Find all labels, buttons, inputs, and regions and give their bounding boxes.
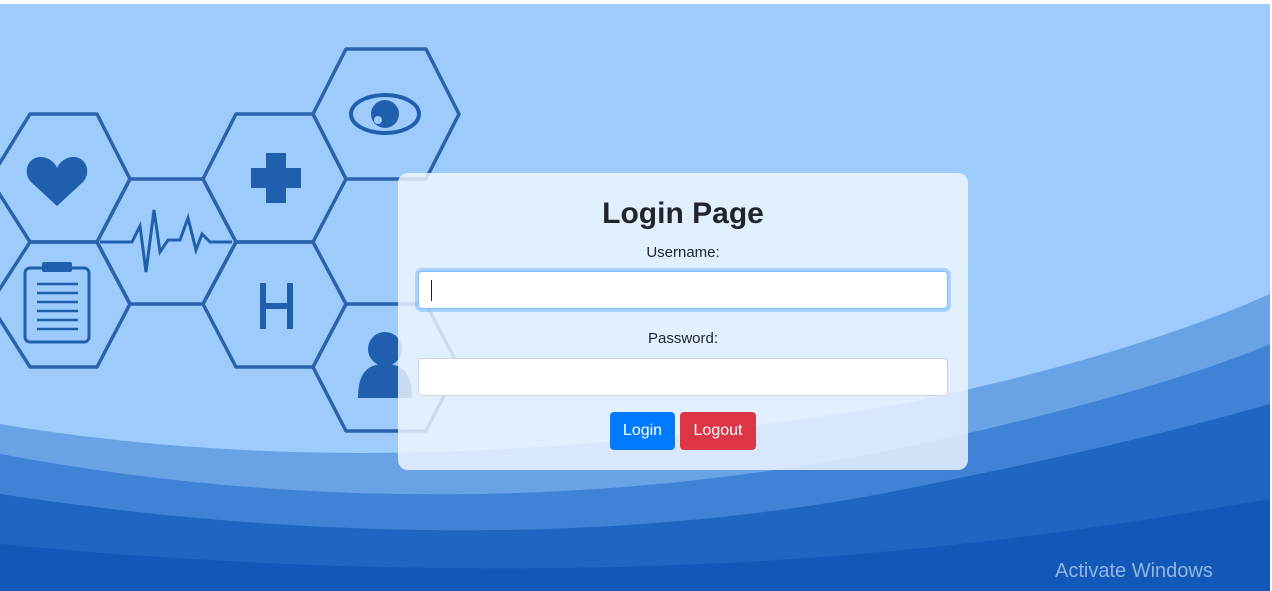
page-title: Login Page (602, 197, 764, 230)
password-input[interactable] (418, 358, 948, 396)
login-button[interactable]: Login (610, 412, 675, 450)
login-card: Login Page Username: Password: Login Log… (398, 173, 968, 470)
username-label: Username: (646, 244, 720, 261)
username-input[interactable] (418, 271, 948, 309)
text-caret (431, 280, 432, 301)
password-label: Password: (647, 330, 719, 347)
logout-button[interactable]: Logout (680, 412, 756, 450)
activate-windows-watermark: Activate Windows (1055, 560, 1213, 582)
